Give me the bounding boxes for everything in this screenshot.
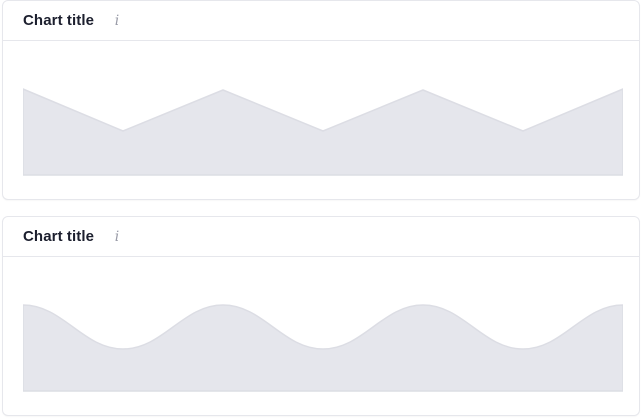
chart-placeholder-zigzag: [23, 47, 623, 177]
chart-card-header: Chart title i: [3, 1, 639, 41]
chart-card: Chart title i: [2, 0, 640, 200]
chart-title: Chart title: [23, 12, 95, 29]
zigzag-placeholder-graphic: [23, 88, 623, 176]
chart-card: Chart title i: [2, 216, 640, 416]
info-icon[interactable]: i: [112, 228, 122, 246]
wave-placeholder-graphic: [23, 304, 623, 392]
info-icon[interactable]: i: [112, 12, 122, 30]
chart-placeholder-wave: [23, 263, 623, 393]
chart-title: Chart title: [23, 228, 95, 245]
chart-card-header: Chart title i: [3, 217, 639, 257]
